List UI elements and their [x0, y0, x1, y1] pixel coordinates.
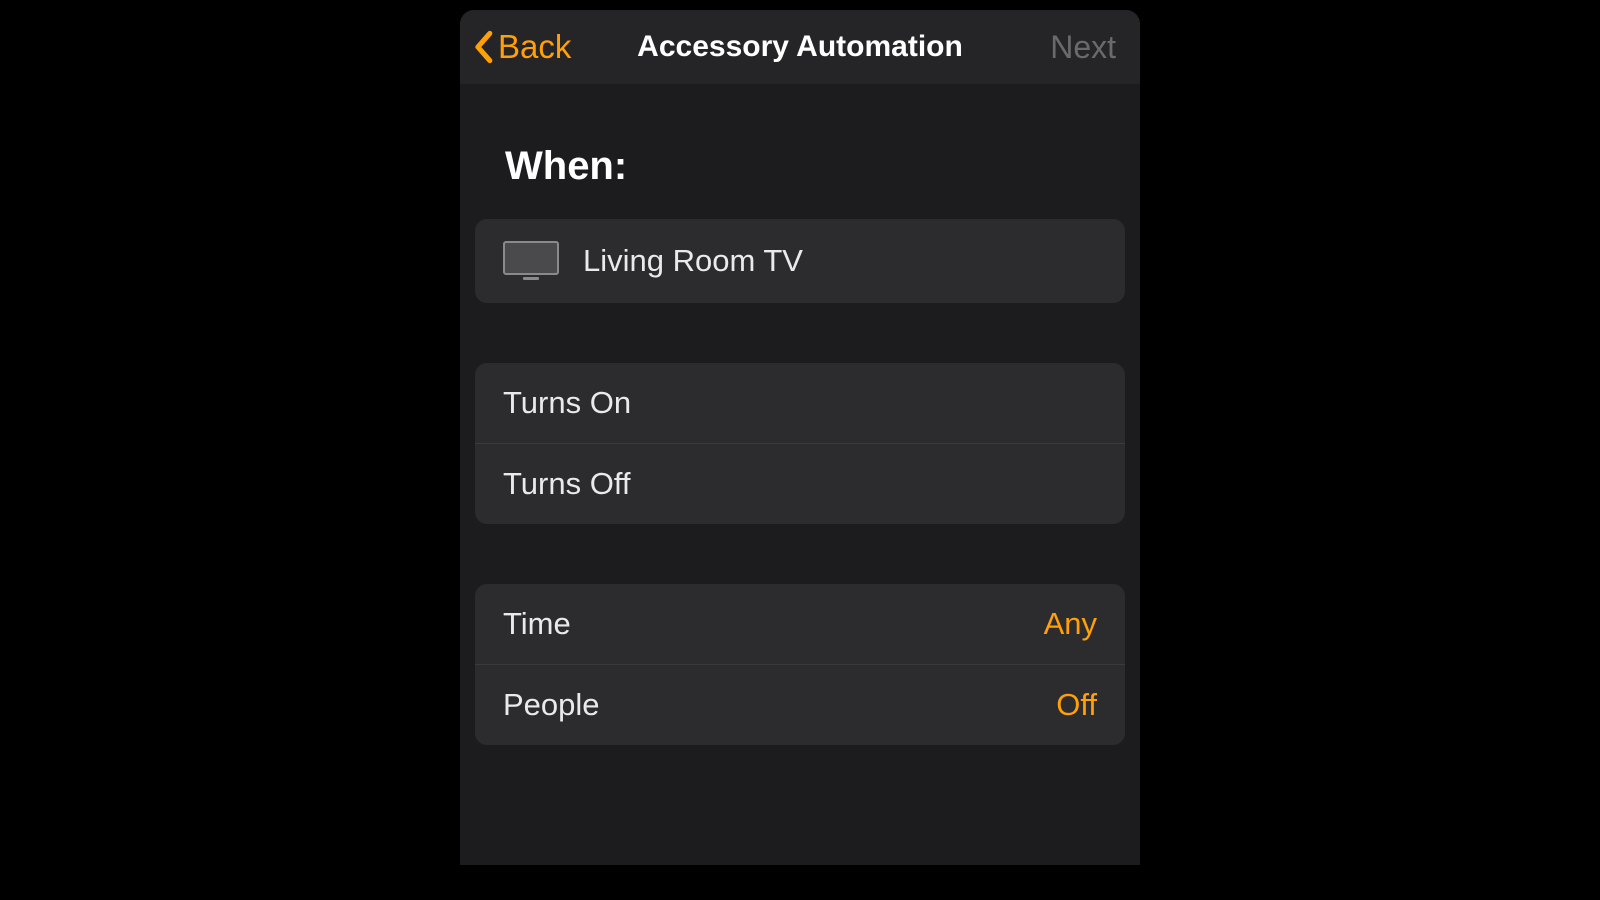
trigger-on-label: Turns On	[503, 385, 1097, 421]
trigger-off-label: Turns Off	[503, 466, 1097, 502]
chevron-left-icon	[472, 30, 494, 64]
tv-icon	[503, 241, 559, 281]
back-button[interactable]: Back	[472, 28, 571, 66]
section-title: When:	[475, 84, 1125, 219]
accessory-group: Living Room TV	[475, 219, 1125, 303]
triggers-group: Turns On Turns Off	[475, 363, 1125, 524]
conditions-group: Time Any People Off	[475, 584, 1125, 745]
time-value: Any	[1044, 606, 1097, 642]
back-label: Back	[498, 28, 571, 66]
condition-time[interactable]: Time Any	[475, 584, 1125, 664]
automation-modal: Back Accessory Automation Next When: Liv…	[460, 10, 1140, 865]
people-label: People	[503, 687, 1056, 723]
nav-bar: Back Accessory Automation Next	[460, 10, 1140, 84]
time-label: Time	[503, 606, 1044, 642]
content-area: When: Living Room TV Turns On Turns Off	[460, 84, 1140, 865]
next-button[interactable]: Next	[1050, 29, 1116, 66]
people-value: Off	[1056, 687, 1097, 723]
condition-people[interactable]: People Off	[475, 664, 1125, 745]
page-title: Accessory Automation	[637, 30, 963, 64]
accessory-name: Living Room TV	[583, 243, 1097, 279]
trigger-turns-on[interactable]: Turns On	[475, 363, 1125, 443]
trigger-turns-off[interactable]: Turns Off	[475, 443, 1125, 524]
accessory-row[interactable]: Living Room TV	[475, 219, 1125, 303]
